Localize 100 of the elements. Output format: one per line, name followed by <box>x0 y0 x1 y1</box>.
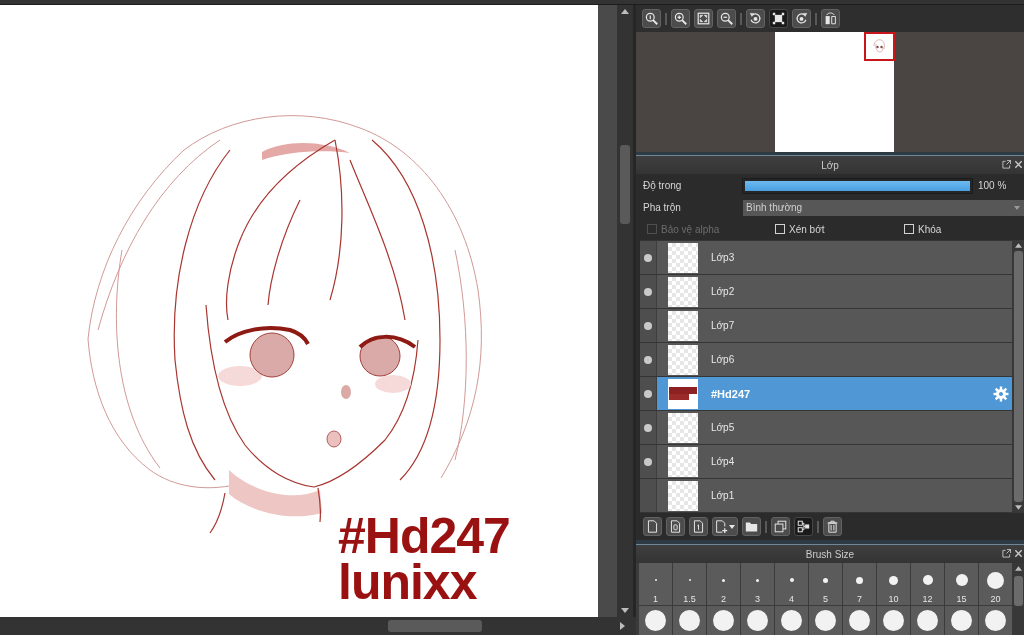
horizontal-scrollbar[interactable] <box>0 617 636 635</box>
brush-size-cell[interactable] <box>979 606 1012 635</box>
page-icon <box>646 520 659 533</box>
page-preview[interactable] <box>774 32 894 152</box>
layer-name: Lớp3 <box>711 252 735 263</box>
popout-icon[interactable] <box>1002 160 1011 169</box>
brush-size-cell[interactable]: 7 <box>843 563 876 605</box>
gear-icon[interactable] <box>993 385 1009 402</box>
checkerboard-thumbnail <box>668 446 698 477</box>
folder-icon <box>745 520 758 533</box>
dot-icon <box>985 610 1006 631</box>
popout-icon[interactable] <box>1002 549 1011 558</box>
new-layer-button[interactable] <box>643 517 662 536</box>
new-folder-button[interactable] <box>742 517 761 536</box>
brush-size-cell[interactable]: 15 <box>945 563 978 605</box>
merge-icon <box>797 520 810 533</box>
brush-size-cell[interactable]: 12 <box>911 563 944 605</box>
dot-icon <box>789 578 794 582</box>
mini-sketch-drawing <box>871 38 886 54</box>
fit-to-window-button[interactable] <box>694 9 713 28</box>
dot-icon <box>747 610 768 631</box>
panel-title: Brush Size <box>805 548 855 560</box>
page-plus-icon <box>715 520 728 533</box>
reset-rotation-button[interactable] <box>769 9 788 28</box>
scrollbar-thumb[interactable] <box>1013 576 1023 606</box>
brush-size-cell[interactable] <box>945 606 978 635</box>
visibility-toggle[interactable] <box>640 343 657 376</box>
dot-icon <box>756 578 759 582</box>
visibility-toggle[interactable] <box>640 479 657 512</box>
vertical-scrollbar[interactable] <box>1012 240 1024 513</box>
scrollbar-thumb[interactable] <box>620 145 630 224</box>
rotate-left-icon <box>749 12 762 25</box>
zoom-in-button[interactable] <box>671 9 690 28</box>
scrollbar-thumb[interactable] <box>388 620 482 632</box>
brush-size-cell[interactable]: 1 <box>639 563 672 605</box>
visibility-toggle[interactable] <box>640 411 657 444</box>
visibility-toggle[interactable] <box>640 445 657 478</box>
arrow-up-icon[interactable] <box>1014 566 1022 571</box>
layer-name: Lớp6 <box>711 354 735 365</box>
brush-size-cell[interactable] <box>639 606 672 635</box>
new-8bit-layer-button[interactable] <box>666 517 685 536</box>
visible-dot-icon <box>644 457 652 466</box>
arrow-down-icon[interactable] <box>621 608 629 613</box>
new-1bit-layer-button[interactable] <box>689 517 708 536</box>
visible-dot-icon <box>644 321 652 330</box>
brush-size-cell[interactable] <box>775 606 808 635</box>
dot-icon <box>883 610 904 631</box>
zoom-in-icon <box>674 12 687 25</box>
blend-mode-dropdown[interactable]: Bình thường <box>743 199 1024 216</box>
viewport-frame[interactable] <box>863 32 895 61</box>
brush-size-cell[interactable] <box>741 606 774 635</box>
brush-size-cell[interactable] <box>673 606 706 635</box>
scrollbar-thumb[interactable] <box>1013 251 1023 502</box>
visibility-toggle[interactable] <box>640 377 657 410</box>
brush-size-cell[interactable] <box>809 606 842 635</box>
visibility-toggle[interactable] <box>640 309 657 342</box>
drawing-canvas[interactable]: #Hd247 lunixx <box>0 5 598 617</box>
zoom-out-button[interactable] <box>717 9 736 28</box>
rotate-right-icon <box>795 12 808 25</box>
vertical-scrollbar[interactable] <box>617 5 633 617</box>
signature-text: lunixx <box>338 559 477 605</box>
visible-dot-icon <box>644 287 652 296</box>
brush-size-cell[interactable] <box>843 606 876 635</box>
expand-frame-icon <box>697 12 710 25</box>
option-checkbox[interactable]: Xén bớt <box>775 223 825 235</box>
actual-size-button[interactable] <box>642 9 661 28</box>
visibility-toggle[interactable] <box>640 275 657 308</box>
checkerboard-thumbnail <box>668 344 698 375</box>
brush-size-cell[interactable]: 10 <box>877 563 910 605</box>
rotate-left-button[interactable] <box>746 9 765 28</box>
close-icon[interactable] <box>1014 549 1023 558</box>
flip-button[interactable] <box>821 9 840 28</box>
option-checkbox[interactable]: Khóa <box>904 223 942 235</box>
arrow-up-icon[interactable] <box>1014 243 1022 248</box>
layer-name: Lớp2 <box>711 286 735 297</box>
arrow-right-icon[interactable] <box>620 622 625 630</box>
brush-size-cell[interactable]: 5 <box>809 563 842 605</box>
brush-size-cell[interactable] <box>911 606 944 635</box>
brush-size-cell[interactable]: 3 <box>741 563 774 605</box>
brush-size-cell[interactable]: 20 <box>979 563 1012 605</box>
dot-icon <box>955 574 968 586</box>
brush-size-cell[interactable]: 4 <box>775 563 808 605</box>
rotate-right-button[interactable] <box>792 9 811 28</box>
brush-size-cell[interactable]: 2 <box>707 563 740 605</box>
dot-icon <box>713 610 734 631</box>
arrow-down-icon[interactable] <box>1014 505 1022 510</box>
add-layer-menu-button[interactable] <box>712 517 738 536</box>
brush-size-cell[interactable]: 1.5 <box>673 563 706 605</box>
arrow-up-icon[interactable] <box>621 9 629 14</box>
vertical-scrollbar[interactable] <box>1012 563 1024 635</box>
merge-layer-button[interactable] <box>794 517 813 536</box>
duplicate-layer-button[interactable] <box>771 517 790 536</box>
visibility-toggle[interactable] <box>640 241 657 274</box>
brush-size-cell[interactable] <box>707 606 740 635</box>
brush-size-cell[interactable] <box>877 606 910 635</box>
dot-icon <box>922 575 933 585</box>
delete-layer-button[interactable] <box>823 517 842 536</box>
layer-item[interactable]: #Hd247 <box>657 377 1012 410</box>
panel-title: Lớp <box>821 159 839 171</box>
close-icon[interactable] <box>1014 160 1023 169</box>
